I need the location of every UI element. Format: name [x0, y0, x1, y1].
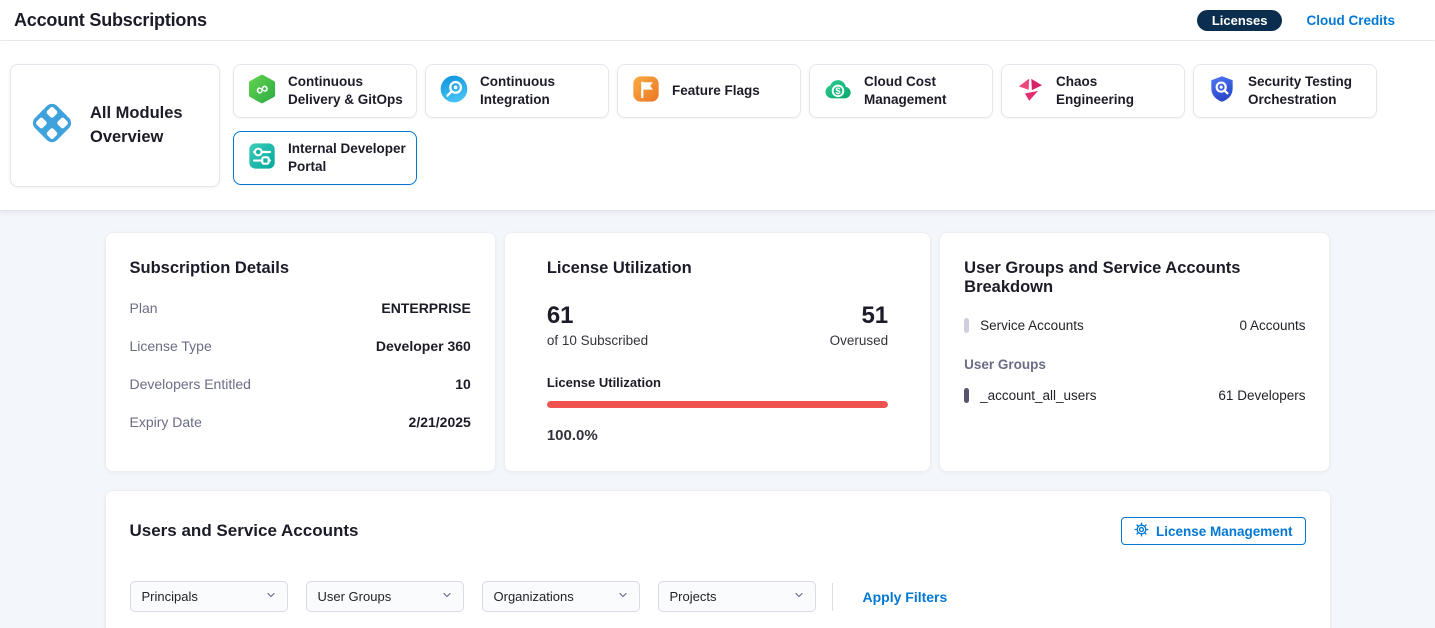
subscription-row-license-type: License Type Developer 360 [130, 338, 471, 354]
license-management-button[interactable]: License Management [1121, 517, 1306, 545]
breakdown-title: User Groups and Service Accounts Breakdo… [964, 259, 1305, 297]
license-utilization-title: License Utilization [547, 259, 888, 278]
used-caption: of 10 Subscribed [547, 333, 648, 348]
tab-licenses[interactable]: Licenses [1197, 10, 1283, 31]
user-groups-filter-dropdown[interactable]: User Groups [306, 581, 464, 612]
module-label: Continuous Delivery & GitOps [288, 73, 408, 108]
module-card-feature-flags[interactable]: Feature Flags [617, 64, 801, 118]
user-group-value: 61 Developers [1218, 388, 1305, 403]
module-card-continuous-integration[interactable]: Continuous Integration [425, 64, 609, 118]
cloud-cost-icon: $ [822, 73, 854, 110]
all-modules-overview-card[interactable]: All Modules Overview [10, 64, 220, 187]
license-utilization-card: License Utilization 61 of 10 Subscribed … [504, 232, 931, 472]
principals-filter-dropdown[interactable]: Principals [130, 581, 288, 612]
filters-row: Principals User Groups Organizations [130, 581, 1306, 612]
filters-divider [832, 583, 833, 611]
license-utilization-bar-fill [547, 401, 888, 408]
svg-text:$: $ [835, 86, 841, 96]
module-label: Internal Developer Portal [288, 140, 408, 175]
user-group-marker [964, 388, 969, 403]
module-grid: ∞ Continuous Delivery & GitOps Continuou… [233, 64, 1377, 187]
subscription-details-card: Subscription Details Plan ENTERPRISE Lic… [105, 232, 496, 472]
subscription-row-plan: Plan ENTERPRISE [130, 300, 471, 316]
user-group-row: _account_all_users 61 Developers [964, 388, 1305, 403]
security-testing-icon [1206, 73, 1238, 110]
stats-row: Subscription Details Plan ENTERPRISE Lic… [105, 232, 1331, 472]
used-count: 61 [547, 302, 648, 330]
service-accounts-label: Service Accounts [980, 318, 1084, 333]
apply-filters-link[interactable]: Apply Filters [863, 589, 948, 605]
utilization-bar-label: License Utilization [547, 375, 888, 390]
subscription-details-title: Subscription Details [130, 259, 471, 278]
page-title: Account Subscriptions [14, 10, 207, 31]
service-accounts-row: Service Accounts 0 Accounts [964, 318, 1305, 333]
overused-caption: Overused [830, 333, 889, 348]
cd-gitops-icon: ∞ [246, 73, 278, 110]
chevron-down-icon [793, 589, 805, 604]
license-management-label: License Management [1156, 524, 1293, 539]
subscription-row-developers-entitled: Developers Entitled 10 [130, 376, 471, 392]
continuous-integration-icon [438, 73, 470, 110]
module-label: Continuous Integration [480, 73, 600, 108]
module-selector-band: All Modules Overview ∞ Continuous Delive… [0, 41, 1435, 211]
top-bar: Account Subscriptions Licenses Cloud Cre… [0, 0, 1435, 41]
subscription-row-expiry-date: Expiry Date 2/21/2025 [130, 414, 471, 430]
main-area: Subscription Details Plan ENTERPRISE Lic… [0, 211, 1435, 628]
users-section-title: Users and Service Accounts [130, 521, 359, 541]
users-service-accounts-card: Users and Service Accounts License Manag… [105, 490, 1331, 628]
license-utilization-bar-track [547, 401, 888, 408]
service-accounts-value: 0 Accounts [1239, 318, 1305, 333]
chevron-down-icon [617, 589, 629, 604]
module-card-internal-developer-portal[interactable]: Internal Developer Portal [233, 131, 417, 185]
module-label: Security Testing Orchestration [1248, 73, 1368, 108]
breakdown-card: User Groups and Service Accounts Breakdo… [939, 232, 1330, 472]
service-accounts-marker [964, 318, 969, 333]
user-group-label: _account_all_users [980, 388, 1096, 403]
overused-count-block: 51 Overused [830, 302, 889, 348]
module-label: Chaos Engineering [1056, 73, 1176, 108]
module-label: Cloud Cost Management [864, 73, 984, 108]
organizations-filter-dropdown[interactable]: Organizations [482, 581, 640, 612]
module-card-security-testing[interactable]: Security Testing Orchestration [1193, 64, 1377, 118]
all-modules-icon [27, 98, 77, 153]
chevron-down-icon [265, 589, 277, 604]
module-card-cloud-cost[interactable]: $ Cloud Cost Management [809, 64, 993, 118]
gear-icon [1134, 522, 1149, 540]
used-count-block: 61 of 10 Subscribed [547, 302, 648, 348]
module-card-cd-gitops[interactable]: ∞ Continuous Delivery & GitOps [233, 64, 417, 118]
user-groups-heading: User Groups [964, 357, 1305, 372]
all-modules-overview-label: All Modules Overview [90, 102, 203, 150]
chaos-engineering-icon [1014, 73, 1046, 110]
utilization-percent: 100.0% [547, 427, 888, 444]
overused-count: 51 [830, 302, 889, 330]
subscription-tabs: Licenses Cloud Credits [1197, 10, 1395, 31]
module-label: Feature Flags [672, 82, 760, 100]
feature-flags-icon [630, 73, 662, 110]
projects-filter-dropdown[interactable]: Projects [658, 581, 816, 612]
module-card-chaos-engineering[interactable]: Chaos Engineering [1001, 64, 1185, 118]
chevron-down-icon [441, 589, 453, 604]
tab-cloud-credits[interactable]: Cloud Credits [1306, 13, 1395, 28]
license-numbers: 61 of 10 Subscribed 51 Overused [547, 302, 888, 348]
internal-developer-portal-icon [246, 140, 278, 177]
